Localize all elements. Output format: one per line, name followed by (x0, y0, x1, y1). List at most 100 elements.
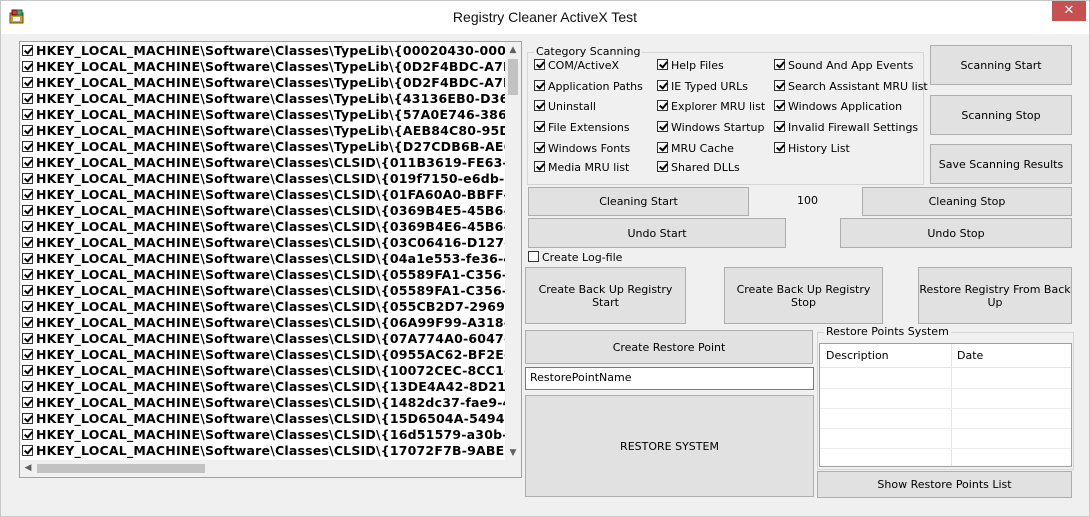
registry-key-checkbox[interactable] (22, 221, 33, 232)
restore-from-backup-button[interactable]: Restore Registry From Back Up (918, 267, 1072, 324)
category-checkbox-box[interactable] (534, 121, 545, 132)
registry-key-checkbox[interactable] (22, 397, 33, 408)
registry-key-checkbox[interactable] (22, 61, 33, 72)
restore-point-name-input[interactable]: RestorePointName (525, 367, 814, 390)
registry-key-checkbox[interactable] (22, 301, 33, 312)
vertical-scrollbar[interactable]: ▲ ▼ (505, 42, 521, 461)
registry-key-row[interactable]: HKEY_LOCAL_MACHINE\Software\Classes\CLSI… (22, 379, 506, 395)
registry-key-row[interactable]: HKEY_LOCAL_MACHINE\Software\Classes\CLSI… (22, 283, 506, 299)
category-checkbox-box[interactable] (534, 80, 545, 91)
scanning-stop-button[interactable]: Scanning Stop (930, 95, 1072, 135)
registry-key-row[interactable]: HKEY_LOCAL_MACHINE\Software\Classes\CLSI… (22, 411, 506, 427)
category-checkbox[interactable]: Windows Fonts (534, 142, 630, 156)
cleaning-stop-button[interactable]: Cleaning Stop (862, 187, 1072, 216)
registry-key-checkbox[interactable] (22, 429, 33, 440)
undo-start-button[interactable]: Undo Start (528, 218, 786, 248)
registry-key-row[interactable]: HKEY_LOCAL_MACHINE\Software\Classes\CLSI… (22, 395, 506, 411)
registry-key-checkbox[interactable] (22, 333, 33, 344)
registry-key-row[interactable]: HKEY_LOCAL_MACHINE\Software\Classes\Type… (22, 123, 506, 139)
create-log-checkbox[interactable]: Create Log-file (528, 251, 622, 265)
category-checkbox-box[interactable] (657, 59, 668, 70)
registry-key-checkbox[interactable] (22, 157, 33, 168)
category-checkbox-box[interactable] (774, 100, 785, 111)
horizontal-scrollbar[interactable]: ◀ (20, 460, 521, 477)
registry-key-row[interactable]: HKEY_LOCAL_MACHINE\Software\Classes\Type… (22, 59, 506, 75)
category-checkbox-box[interactable] (657, 142, 668, 153)
category-checkbox[interactable]: Explorer MRU list (657, 100, 765, 114)
registry-key-row[interactable]: HKEY_LOCAL_MACHINE\Software\Classes\CLSI… (22, 347, 506, 363)
horizontal-scroll-thumb[interactable] (37, 464, 205, 473)
category-checkbox[interactable]: File Extensions (534, 121, 630, 135)
scroll-down-icon[interactable]: ▼ (505, 445, 521, 461)
registry-key-row[interactable]: HKEY_LOCAL_MACHINE\Software\Classes\CLSI… (22, 219, 506, 235)
category-checkbox-box[interactable] (774, 80, 785, 91)
registry-key-checkbox[interactable] (22, 45, 33, 56)
registry-key-row[interactable]: HKEY_LOCAL_MACHINE\Software\Classes\CLSI… (22, 155, 506, 171)
category-checkbox[interactable]: Uninstall (534, 100, 596, 114)
save-scanning-results-button[interactable]: Save Scanning Results (930, 144, 1072, 184)
create-log-checkbox-box[interactable] (528, 251, 539, 262)
category-checkbox-box[interactable] (657, 100, 668, 111)
registry-key-row[interactable]: HKEY_LOCAL_MACHINE\Software\Classes\CLSI… (22, 315, 506, 331)
registry-key-row[interactable]: HKEY_LOCAL_MACHINE\Software\Classes\CLSI… (22, 203, 506, 219)
registry-key-checkbox[interactable] (22, 237, 33, 248)
registry-key-row[interactable]: HKEY_LOCAL_MACHINE\Software\Classes\CLSI… (22, 443, 506, 459)
restore-points-table[interactable]: Description Date (819, 343, 1072, 467)
registry-key-checkbox[interactable] (22, 141, 33, 152)
registry-key-checkbox[interactable] (22, 413, 33, 424)
category-checkbox[interactable]: Sound And App Events (774, 59, 913, 73)
undo-stop-button[interactable]: Undo Stop (840, 218, 1072, 248)
create-restore-point-button[interactable]: Create Restore Point (525, 330, 813, 364)
cleaning-start-button[interactable]: Cleaning Start (528, 187, 749, 216)
category-checkbox[interactable]: History List (774, 142, 850, 156)
scanning-start-button[interactable]: Scanning Start (930, 45, 1072, 85)
category-checkbox[interactable]: Shared DLLs (657, 161, 740, 175)
backup-stop-button[interactable]: Create Back Up Registry Stop (724, 267, 883, 324)
registry-key-checkbox[interactable] (22, 381, 33, 392)
category-checkbox[interactable]: MRU Cache (657, 142, 734, 156)
registry-key-checkbox[interactable] (22, 349, 33, 360)
vertical-scroll-thumb[interactable] (508, 59, 518, 95)
category-checkbox-box[interactable] (534, 59, 545, 70)
category-checkbox-box[interactable] (774, 59, 785, 70)
category-checkbox[interactable]: Windows Application (774, 100, 902, 114)
registry-key-row[interactable]: HKEY_LOCAL_MACHINE\Software\Classes\Type… (22, 107, 506, 123)
category-checkbox[interactable]: Windows Startup (657, 121, 764, 135)
registry-key-checkbox[interactable] (22, 93, 33, 104)
scroll-up-icon[interactable]: ▲ (505, 42, 521, 58)
category-checkbox[interactable]: Search Assistant MRU list (774, 80, 928, 94)
registry-key-checkbox[interactable] (22, 77, 33, 88)
registry-key-checkbox[interactable] (22, 445, 33, 456)
registry-key-row[interactable]: HKEY_LOCAL_MACHINE\Software\Classes\CLSI… (22, 363, 506, 379)
registry-key-row[interactable]: HKEY_LOCAL_MACHINE\Software\Classes\CLSI… (22, 187, 506, 203)
category-checkbox-box[interactable] (534, 142, 545, 153)
category-checkbox[interactable]: COM/ActiveX (534, 59, 619, 73)
registry-key-row[interactable]: HKEY_LOCAL_MACHINE\Software\Classes\CLSI… (22, 171, 506, 187)
category-checkbox-box[interactable] (657, 80, 668, 91)
category-checkbox-box[interactable] (657, 161, 668, 172)
backup-start-button[interactable]: Create Back Up Registry Start (525, 267, 686, 324)
registry-key-checkbox[interactable] (22, 365, 33, 376)
registry-key-checkbox[interactable] (22, 109, 33, 120)
registry-key-row[interactable]: HKEY_LOCAL_MACHINE\Software\Classes\Type… (22, 43, 506, 59)
restore-system-button[interactable]: RESTORE SYSTEM (525, 395, 814, 497)
column-header-date[interactable]: Date (951, 344, 1071, 368)
registry-key-checkbox[interactable] (22, 285, 33, 296)
registry-key-row[interactable]: HKEY_LOCAL_MACHINE\Software\Classes\CLSI… (22, 299, 506, 315)
category-checkbox-box[interactable] (774, 142, 785, 153)
category-checkbox[interactable]: Application Paths (534, 80, 643, 94)
registry-key-row[interactable]: HKEY_LOCAL_MACHINE\Software\Classes\Type… (22, 91, 506, 107)
show-restore-points-button[interactable]: Show Restore Points List (817, 471, 1072, 498)
registry-key-checkbox[interactable] (22, 173, 33, 184)
registry-keys-list[interactable]: HKEY_LOCAL_MACHINE\Software\Classes\Type… (19, 41, 522, 478)
category-checkbox-box[interactable] (657, 121, 668, 132)
category-checkbox-box[interactable] (534, 161, 545, 172)
category-checkbox[interactable]: Media MRU list (534, 161, 629, 175)
registry-key-checkbox[interactable] (22, 205, 33, 216)
registry-key-row[interactable]: HKEY_LOCAL_MACHINE\Software\Classes\CLSI… (22, 251, 506, 267)
category-checkbox[interactable]: IE Typed URLs (657, 80, 748, 94)
registry-key-row[interactable]: HKEY_LOCAL_MACHINE\Software\Classes\CLSI… (22, 331, 506, 347)
registry-key-row[interactable]: HKEY_LOCAL_MACHINE\Software\Classes\Type… (22, 139, 506, 155)
scroll-left-icon[interactable]: ◀ (20, 460, 36, 477)
close-button[interactable]: ✕ (1052, 1, 1086, 21)
